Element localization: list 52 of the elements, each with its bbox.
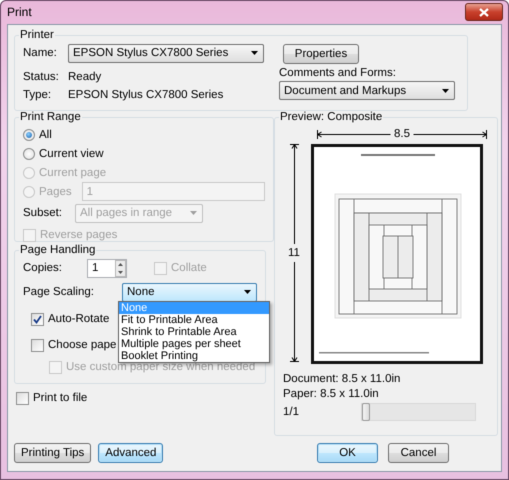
height-label: 11 bbox=[288, 247, 300, 259]
status-value: Ready bbox=[68, 71, 102, 83]
caret-icon bbox=[251, 51, 258, 55]
paper-size: Paper: 8.5 x 11.0in bbox=[283, 388, 380, 400]
checkbox[interactable] bbox=[31, 338, 44, 352]
window-title: Print bbox=[7, 5, 32, 19]
width-label: 8.5 bbox=[394, 128, 410, 140]
page-scaling-dropdown[interactable]: None bbox=[122, 282, 257, 302]
dropdown-option[interactable]: Shrink to Printable Area bbox=[119, 326, 269, 338]
copies-field[interactable]: 1 bbox=[87, 258, 127, 278]
dialog-button[interactable]: Cancel bbox=[388, 443, 449, 463]
field-label: Subset: bbox=[23, 207, 63, 219]
field-label: Comments and Forms: bbox=[279, 67, 397, 79]
group-title: Preview: Composite bbox=[280, 111, 382, 123]
document-size: Document: 8.5 x 11.0in bbox=[283, 373, 402, 385]
comments-dropdown[interactable]: Document and Markups bbox=[279, 81, 455, 100]
type-value: EPSON Stylus CX7800 Series bbox=[68, 89, 224, 101]
radio-button[interactable] bbox=[23, 128, 35, 140]
spin-button[interactable] bbox=[115, 260, 126, 276]
dropdown-option[interactable]: Multiple pages per sheet bbox=[119, 338, 269, 350]
caret-icon bbox=[190, 211, 197, 215]
slider-thumb[interactable] bbox=[362, 403, 370, 421]
page-counter: 1/1 bbox=[283, 406, 300, 418]
field-label: Type: bbox=[23, 89, 52, 101]
page-slider[interactable] bbox=[361, 403, 476, 421]
radio-button[interactable] bbox=[23, 148, 35, 160]
field-label: Status: bbox=[23, 71, 60, 83]
close-icon bbox=[479, 8, 489, 16]
properties-button[interactable]: Properties bbox=[283, 44, 359, 64]
close-button[interactable] bbox=[465, 3, 503, 21]
group-title: Page Handling bbox=[20, 244, 96, 256]
dialog-button[interactable]: Printing Tips bbox=[14, 443, 92, 463]
checkbox[interactable] bbox=[31, 312, 44, 326]
group-title: Printer bbox=[20, 29, 54, 41]
checkbox-option[interactable]: Print to file bbox=[16, 390, 262, 406]
dialog-button[interactable]: Advanced bbox=[98, 443, 164, 463]
field-label: Page Scaling: bbox=[23, 286, 95, 298]
dropdown-option[interactable]: Fit to Printable Area bbox=[119, 314, 269, 326]
field-label: Name: bbox=[23, 47, 58, 59]
checkmark-icon bbox=[33, 314, 42, 324]
group-title: Print Range bbox=[20, 111, 81, 123]
radio-option[interactable]: Current view bbox=[23, 144, 104, 163]
caret-icon bbox=[244, 290, 251, 294]
dialog-button[interactable]: OK bbox=[317, 443, 378, 463]
dropdown-option[interactable]: Booklet Printing bbox=[119, 350, 269, 362]
checkbox-option[interactable]: Auto-Rotate bbox=[31, 311, 110, 327]
radio-option[interactable]: All bbox=[23, 125, 52, 144]
checkbox-option[interactable]: Choose pape bbox=[31, 337, 116, 353]
caret-icon bbox=[442, 88, 449, 92]
field-label: Copies: bbox=[23, 262, 63, 274]
printer-dropdown[interactable]: EPSON Stylus CX7800 Series bbox=[68, 44, 264, 62]
checkbox[interactable] bbox=[16, 392, 29, 404]
